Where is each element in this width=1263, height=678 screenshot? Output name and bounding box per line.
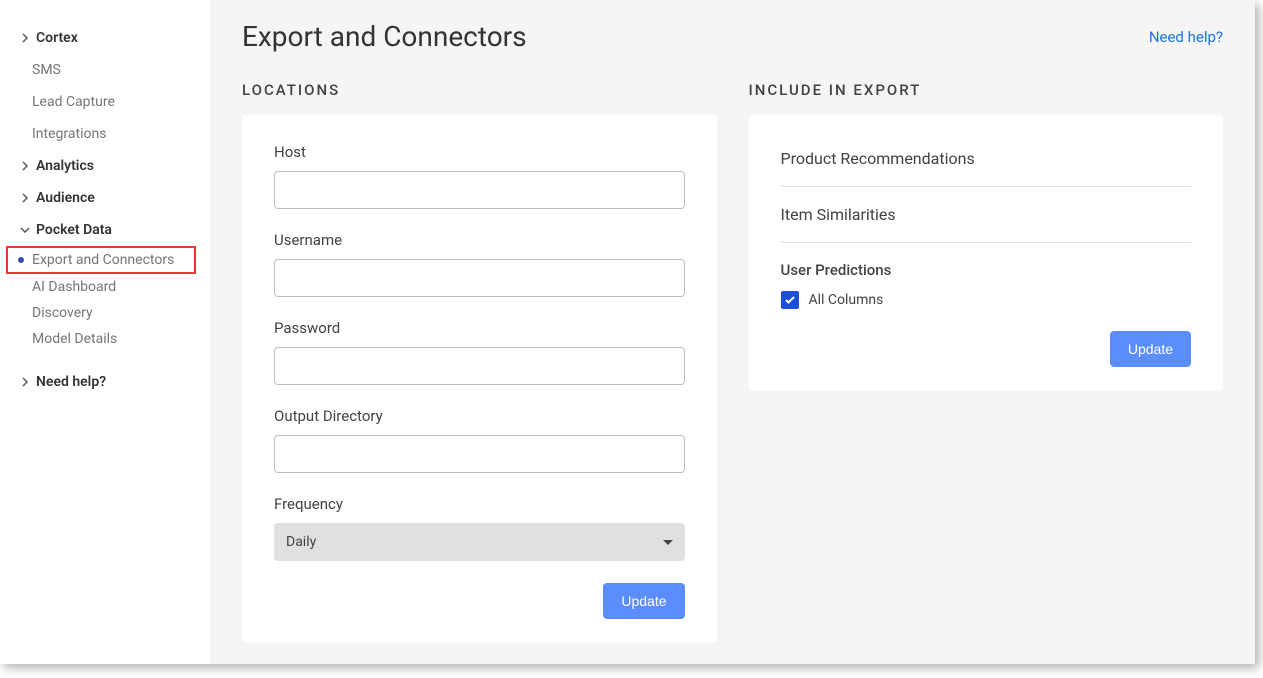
chevron-right-icon (20, 377, 30, 387)
nav-label: Analytics (36, 158, 94, 174)
nav-label: Pocket Data (36, 222, 112, 238)
nav-item-label: Discovery (32, 305, 93, 321)
chevron-down-icon (20, 227, 30, 233)
page-header: Export and Connectors Need help? (242, 20, 1223, 53)
section-title-include: INCLUDE IN EXPORT (749, 81, 1224, 99)
frequency-value: Daily (286, 534, 316, 550)
nav-group-cortex[interactable]: Cortex (0, 22, 210, 54)
nav-group-audience[interactable]: Audience (0, 182, 210, 214)
chevron-right-icon (20, 161, 30, 171)
nav-item-integrations[interactable]: Integrations (0, 118, 210, 150)
nav-group-pocket-data[interactable]: Pocket Data (0, 214, 210, 246)
nav-label: Cortex (36, 30, 78, 46)
output-dir-input[interactable] (274, 435, 685, 473)
include-item-item-similarities[interactable]: Item Similarities (781, 187, 1192, 243)
checkbox-checked-icon (781, 291, 799, 309)
nav-item-export-connectors[interactable]: Export and Connectors (6, 246, 196, 274)
host-label: Host (274, 143, 685, 161)
nav-item-label: Export and Connectors (32, 252, 174, 268)
nav-item-label: SMS (32, 62, 61, 78)
sidebar: Cortex SMS Lead Capture Integrations Ana… (0, 0, 210, 664)
frequency-select[interactable]: Daily (274, 523, 685, 561)
nav-label: Audience (36, 190, 95, 206)
frequency-label: Frequency (274, 495, 685, 513)
chevron-right-icon (20, 193, 30, 203)
all-columns-checkbox-row[interactable]: All Columns (781, 291, 1192, 309)
help-link[interactable]: Need help? (1149, 28, 1223, 46)
locations-card: Host Username Password Output Directory (242, 115, 717, 643)
all-columns-label: All Columns (809, 292, 884, 308)
nav-item-sms[interactable]: SMS (0, 54, 210, 86)
host-input[interactable] (274, 171, 685, 209)
page-title: Export and Connectors (242, 20, 527, 53)
include-card: Product Recommendations Item Similaritie… (749, 115, 1224, 391)
username-label: Username (274, 231, 685, 249)
include-column: INCLUDE IN EXPORT Product Recommendation… (749, 81, 1224, 643)
user-predictions-header: User Predictions (781, 261, 1192, 279)
password-label: Password (274, 319, 685, 337)
main-content: Export and Connectors Need help? LOCATIO… (210, 0, 1255, 664)
locations-column: LOCATIONS Host Username Password (242, 81, 717, 643)
nav-item-label: AI Dashboard (32, 279, 116, 295)
nav-item-model-details[interactable]: Model Details (0, 326, 210, 352)
nav-item-ai-dashboard[interactable]: AI Dashboard (0, 274, 210, 300)
active-indicator-icon (18, 257, 24, 263)
include-item-product-recs[interactable]: Product Recommendations (781, 143, 1192, 187)
include-update-button[interactable]: Update (1110, 331, 1191, 367)
nav-item-discovery[interactable]: Discovery (0, 300, 210, 326)
nav-item-label: Integrations (32, 126, 106, 142)
nav-group-need-help[interactable]: Need help? (0, 366, 210, 398)
password-input[interactable] (274, 347, 685, 385)
nav-label: Need help? (36, 374, 106, 390)
chevron-right-icon (20, 33, 30, 43)
section-title-locations: LOCATIONS (242, 81, 717, 99)
username-input[interactable] (274, 259, 685, 297)
nav-group-analytics[interactable]: Analytics (0, 150, 210, 182)
caret-down-icon (663, 540, 673, 545)
locations-update-button[interactable]: Update (603, 583, 684, 619)
output-dir-label: Output Directory (274, 407, 685, 425)
nav-item-lead-capture[interactable]: Lead Capture (0, 86, 210, 118)
nav-item-label: Model Details (32, 331, 117, 347)
nav-item-label: Lead Capture (32, 94, 115, 110)
